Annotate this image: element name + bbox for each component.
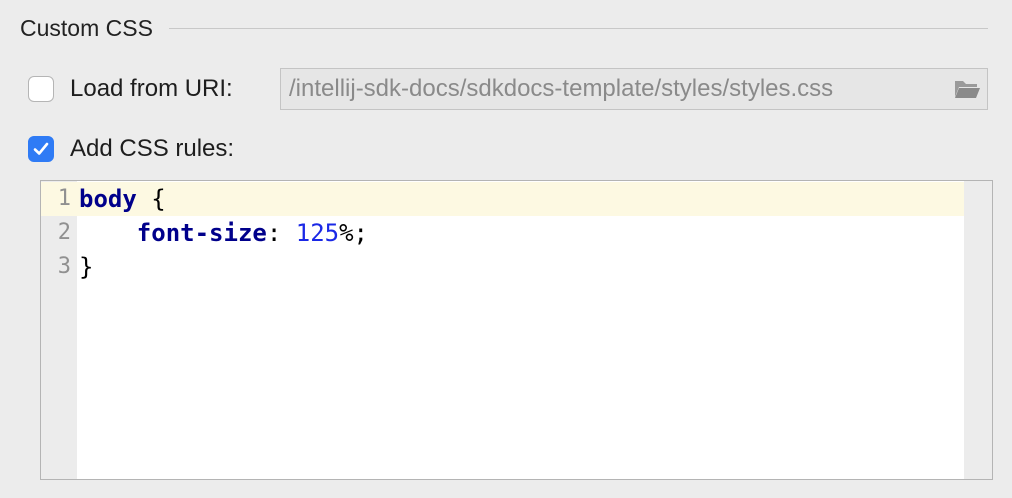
css-property: font-size <box>136 219 267 247</box>
open-brace: { <box>136 185 166 213</box>
load-from-uri-label[interactable]: Load from URI: <box>70 75 233 103</box>
css-value: 125 <box>295 219 340 247</box>
load-from-uri-row: Load from URI: /intellij-sdk-docs/sdkdoc… <box>28 68 988 110</box>
code-line: 2 font-size: 125%; <box>41 216 964 250</box>
editor-scrollbar-track[interactable] <box>964 181 992 479</box>
uri-value: /intellij-sdk-docs/sdkdocs-template/styl… <box>289 75 834 102</box>
folder-open-icon[interactable] <box>947 68 987 110</box>
add-css-rules-row: Add CSS rules: <box>28 131 234 167</box>
uri-input[interactable]: /intellij-sdk-docs/sdkdocs-template/styl… <box>280 68 988 110</box>
custom-css-group-header: Custom CSS <box>20 12 988 44</box>
code-line: 3 } <box>41 250 964 284</box>
code-text: font-size: 125%; <box>79 216 368 250</box>
line-number: 3 <box>57 254 71 279</box>
group-separator <box>168 27 988 29</box>
colon: : <box>266 219 296 247</box>
group-title: Custom CSS <box>20 14 153 41</box>
css-selector: body <box>79 185 137 213</box>
close-brace: } <box>79 253 94 281</box>
add-css-rules-checkbox[interactable] <box>28 136 54 162</box>
add-css-rules-label[interactable]: Add CSS rules: <box>70 135 234 163</box>
checkmark-icon <box>33 142 49 155</box>
css-rules-editor[interactable]: 1 body { 2 font-size: 125%; 3 } <box>40 180 993 480</box>
line-number: 1 <box>41 182 71 216</box>
line-number: 2 <box>57 220 71 245</box>
unit: %; <box>339 219 369 247</box>
load-from-uri-checkbox[interactable] <box>28 76 54 102</box>
code-text: body { <box>79 182 166 216</box>
code-text: } <box>79 250 93 284</box>
code-line: 1 body { <box>41 182 964 216</box>
